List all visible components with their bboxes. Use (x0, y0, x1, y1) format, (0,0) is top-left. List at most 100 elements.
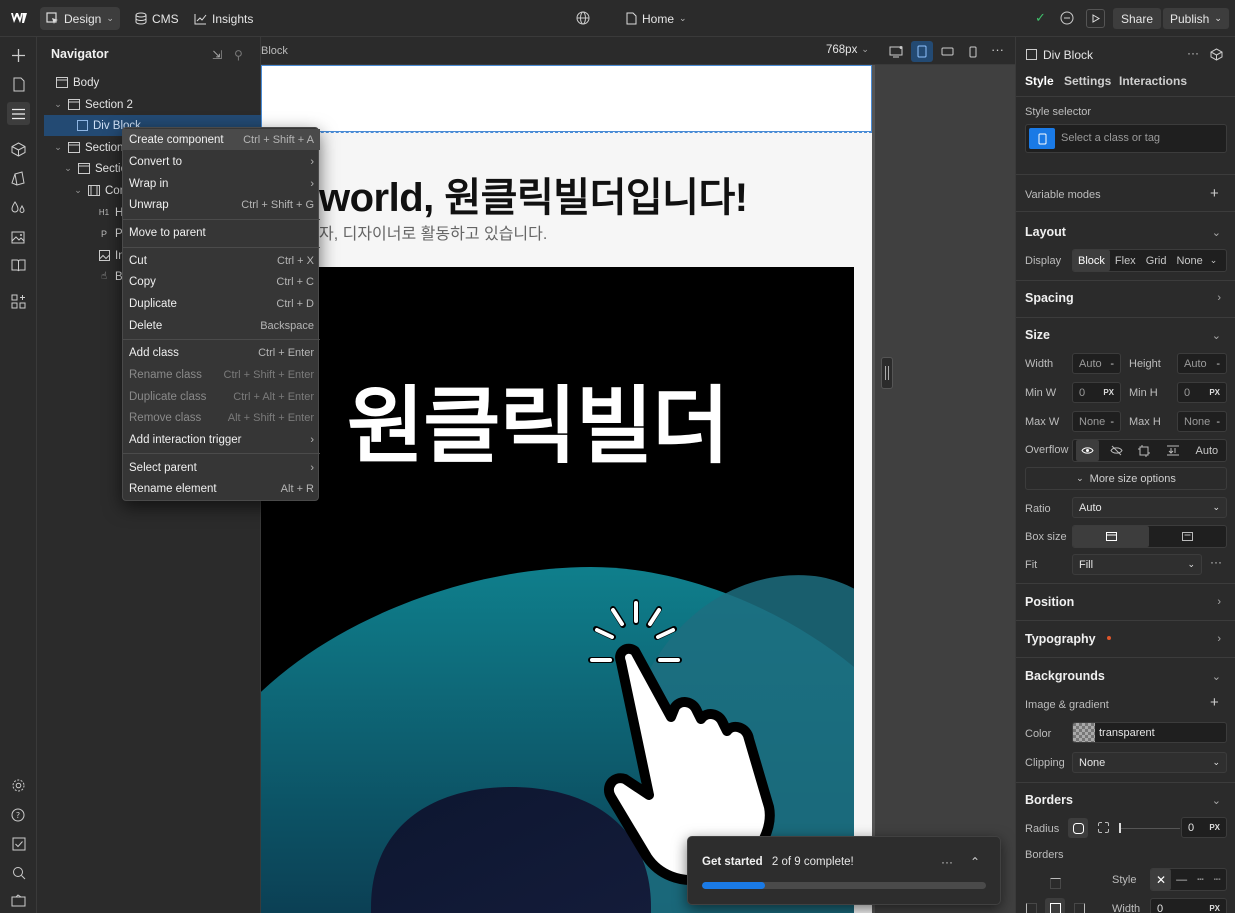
size-title[interactable]: Size (1025, 328, 1050, 342)
chevron-right-icon[interactable]: › (1217, 596, 1221, 608)
canvas-resize-handle[interactable] (881, 357, 893, 389)
overflow-clip-icon[interactable] (1161, 440, 1185, 461)
tab-settings[interactable]: Settings (1064, 74, 1111, 88)
tab-style[interactable]: Style (1025, 74, 1054, 88)
display-grid[interactable]: Grid (1141, 250, 1172, 271)
radius-all-icon[interactable] (1068, 818, 1088, 838)
height-input[interactable]: Auto - (1177, 353, 1227, 374)
display-toggle[interactable]: Block Flex Grid None ⌄ (1072, 249, 1227, 272)
border-top-icon[interactable] (1050, 878, 1061, 889)
chevron-down-icon[interactable]: ⌄ (1212, 329, 1221, 342)
page-heading[interactable]: world, 원클릭빌더입니다! (319, 165, 748, 223)
radius-input[interactable]: 0 PX (1181, 817, 1227, 838)
menu-item-add-class[interactable]: Add class Ctrl + Enter (123, 342, 320, 363)
border-style-toggle[interactable]: ✕ — ┄ ┈ (1150, 868, 1227, 891)
cms-button[interactable]: CMS (129, 7, 185, 30)
preview-play-icon[interactable] (1086, 9, 1105, 28)
menu-item-create-component[interactable]: Create component Ctrl + Shift + A (123, 129, 320, 150)
radius-slider-track[interactable] (1120, 828, 1180, 829)
position-title[interactable]: Position (1025, 595, 1074, 609)
comment-icon[interactable] (1060, 11, 1074, 25)
menu-item-move-to-parent[interactable]: Move to parent (123, 222, 320, 243)
fit-select[interactable]: Fill ⌄ (1072, 554, 1202, 575)
menu-item-convert-to[interactable]: Convert to › (123, 151, 320, 172)
desktop-breakpoint-icon[interactable] (886, 42, 905, 61)
div-block-selected[interactable] (261, 65, 872, 132)
border-width-input[interactable]: 0 PX (1150, 898, 1227, 913)
help-icon[interactable]: ? (7, 803, 30, 826)
components-icon[interactable] (7, 138, 30, 161)
overflow-auto[interactable]: Auto (1191, 440, 1224, 461)
style-selector-input[interactable]: Select a class or tag (1025, 124, 1227, 153)
publish-button[interactable]: Publish ⌄ (1163, 8, 1229, 29)
chevron-up-icon[interactable]: ⌃ (970, 855, 980, 869)
border-style-solid-icon[interactable]: — (1171, 869, 1192, 890)
menu-item-cut[interactable]: Cut Ctrl + X (123, 250, 320, 271)
design-mode-button[interactable]: Design ⌄ (40, 7, 120, 30)
max-width-input[interactable]: None - (1072, 411, 1121, 432)
border-style-none-icon[interactable]: ✕ (1151, 869, 1172, 890)
border-left-icon[interactable] (1026, 903, 1037, 913)
typography-title[interactable]: Typography (1025, 632, 1096, 646)
color-input[interactable]: transparent (1072, 722, 1227, 743)
globe-icon[interactable] (576, 11, 590, 25)
backgrounds-title[interactable]: Backgrounds (1025, 669, 1105, 683)
apps-icon[interactable] (7, 290, 30, 313)
video-tutorial-icon[interactable] (7, 889, 30, 912)
menu-item-copy[interactable]: Copy Ctrl + C (123, 271, 320, 292)
mobile-portrait-icon[interactable] (963, 42, 982, 61)
menu-item-unwrap[interactable]: Unwrap Ctrl + Shift + G (123, 194, 320, 215)
add-icon[interactable]: + (1210, 694, 1219, 711)
chevron-right-icon[interactable]: › (1217, 633, 1221, 645)
width-input[interactable]: Auto - (1072, 353, 1121, 374)
chevron-down-icon[interactable]: ⌄ (1212, 226, 1221, 239)
more-size-options-button[interactable]: ⌄ More size options (1025, 467, 1227, 490)
more-options-icon[interactable]: ··· (1210, 555, 1222, 569)
min-width-input[interactable]: 0 PX (1072, 382, 1121, 403)
pin-icon[interactable]: ⚲ (234, 48, 243, 62)
share-button[interactable]: Share (1113, 8, 1162, 29)
hero-image[interactable]: 원클릭빌더 (261, 267, 854, 913)
mobile-landscape-icon[interactable] (938, 42, 957, 61)
menu-item-rename-element[interactable]: Rename element Alt + R (123, 478, 320, 499)
chevron-down-icon[interactable]: ⌄ (1208, 250, 1220, 271)
content-box-icon[interactable] (1149, 526, 1225, 547)
pages-icon[interactable] (7, 73, 30, 96)
search-icon[interactable] (7, 861, 30, 884)
more-options-icon[interactable]: ··· (991, 42, 1004, 57)
max-height-input[interactable]: None - (1177, 411, 1227, 432)
chevron-down-icon[interactable]: ⌄ (1212, 794, 1221, 807)
navigator-icon[interactable] (7, 102, 30, 125)
border-all-icon[interactable] (1045, 898, 1065, 913)
variables-icon[interactable] (7, 196, 30, 219)
border-style-dotted-icon[interactable]: ┈ (1209, 869, 1226, 890)
get-started-toast[interactable]: Get started 2 of 9 complete! ··· ⌃ (687, 836, 1001, 905)
radius-individual-icon[interactable] (1098, 822, 1109, 833)
chevron-right-icon[interactable]: › (1217, 292, 1221, 304)
display-none[interactable]: None (1171, 250, 1207, 271)
assets-icon[interactable] (7, 225, 30, 248)
menu-item-select-parent[interactable]: Select parent › (123, 457, 320, 478)
border-right-icon[interactable] (1074, 903, 1085, 913)
webflow-logo-icon[interactable] (10, 11, 28, 25)
clipping-select[interactable]: None ⌄ (1072, 752, 1227, 773)
audit-checkbox-icon[interactable] (7, 832, 30, 855)
more-options-icon[interactable]: ··· (1187, 46, 1199, 60)
breadcrumb[interactable]: Block (261, 45, 288, 57)
more-options-icon[interactable]: ··· (941, 855, 953, 869)
collapse-icon[interactable]: ⇲ (212, 48, 222, 62)
menu-item-delete[interactable]: Delete Backspace (123, 315, 320, 336)
page-paragraph[interactable]: 자, 디자이너로 활동하고 있습니다. (319, 220, 547, 244)
overflow-hidden-eye-off-icon[interactable] (1105, 440, 1128, 461)
border-box-icon[interactable] (1073, 526, 1149, 547)
tab-interactions[interactable]: Interactions (1119, 74, 1187, 88)
overflow-toggle[interactable]: Auto (1072, 439, 1227, 462)
chevron-down-icon[interactable]: ⌄ (1212, 670, 1221, 683)
add-elements-icon[interactable] (7, 44, 30, 67)
display-flex[interactable]: Flex (1110, 250, 1141, 271)
page-selector[interactable]: Home ⌄ (620, 7, 693, 30)
nav-item-section-2[interactable]: ⌄ Section 2 (37, 94, 261, 115)
canvas-resize-edge[interactable] (872, 65, 875, 913)
spacing-title[interactable]: Spacing (1025, 291, 1074, 305)
display-block[interactable]: Block (1073, 250, 1110, 271)
